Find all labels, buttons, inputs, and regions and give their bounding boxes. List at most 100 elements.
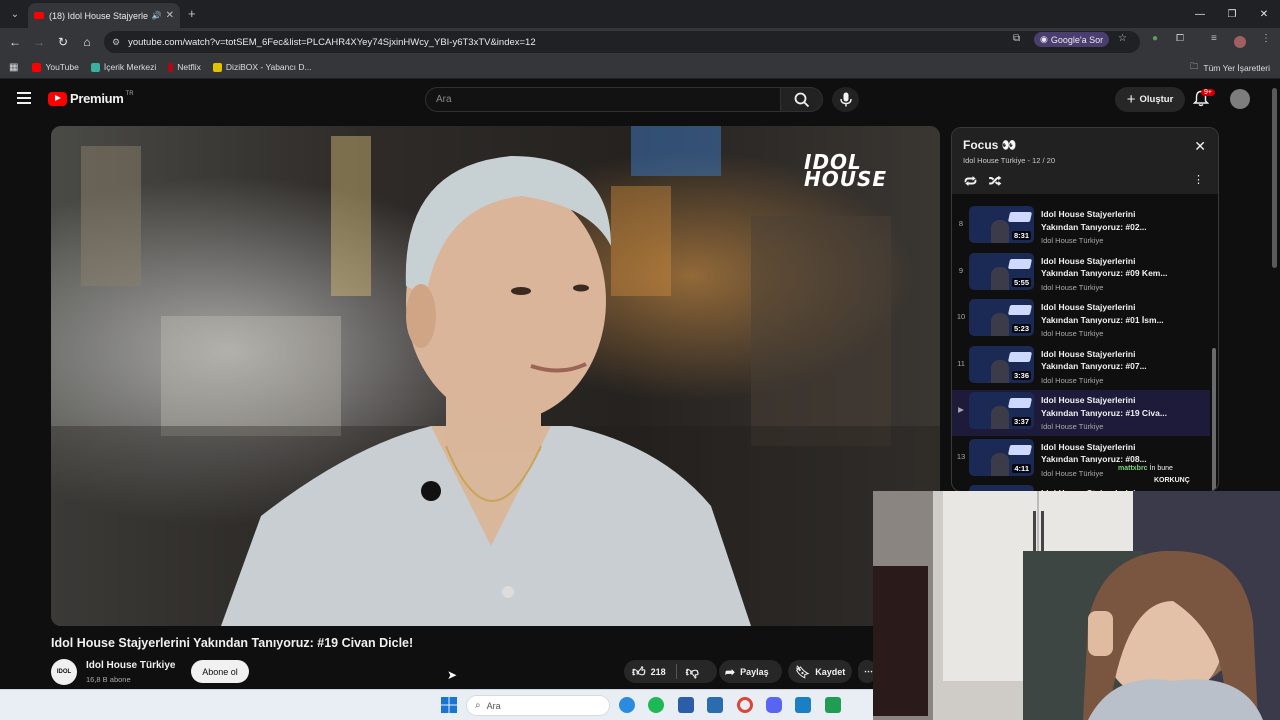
forward-icon[interactable]: →: [27, 35, 51, 49]
apps-grid-icon[interactable]: ▦: [9, 62, 18, 73]
bookmark-youtube[interactable]: YouTube: [32, 62, 79, 72]
outlook-icon[interactable]: [707, 697, 723, 713]
playlist-item[interactable]: 10 5:23 Idol House Stajyerlerini Yakından T…: [952, 297, 1210, 343]
cast-icon[interactable]: ⧉: [1013, 33, 1020, 44]
playlist-item-title[interactable]: Idol House Stajyerlerini Yakından Tanıyor…: [1041, 255, 1201, 280]
playlist-item-duration: 5:23: [1011, 324, 1031, 333]
thumbnail-logo: [1007, 305, 1033, 315]
chat-message: KORKUNÇ: [1154, 477, 1190, 484]
ask-google-button[interactable]: ◉ Google'a Sor: [1034, 32, 1110, 47]
search-button[interactable]: [781, 87, 823, 112]
store-icon[interactable]: [678, 697, 694, 713]
address-toolbar: ← → ↻ ⌂ ⚙ youtube.com/watch?v=totSEM_6Fe…: [0, 28, 1280, 56]
desktop-app-icon[interactable]: [795, 697, 811, 713]
shuffle-icon[interactable]: 🔀︎: [989, 174, 1002, 189]
playlist-item-duration: 3:37: [1011, 417, 1031, 426]
create-button[interactable]: + Oluştur: [1115, 87, 1185, 112]
playlist-item-duration: 5:55: [1011, 277, 1031, 287]
bookmark-content-center[interactable]: İçerik Merkezi: [90, 62, 156, 72]
playlist-item-thumbnail[interactable]: 3:36: [969, 345, 1034, 383]
taskbar-search[interactable]: ⌕ Ara: [466, 695, 610, 716]
playlist-item-title-line2: Yakından Tanıyoruz: #09 Kem...: [1041, 268, 1168, 278]
playlist-item-title[interactable]: Idol House Stajyerlerini Yakından Tanıyor…: [1041, 394, 1201, 419]
bookmark-netflix[interactable]: Netflix: [168, 62, 201, 72]
extension-icon[interactable]: ●: [1152, 33, 1158, 44]
windows-start-icon[interactable]: [441, 697, 457, 713]
playlist-scrollbar[interactable]: [1212, 348, 1216, 491]
video-player[interactable]: IDOL HOUSE: [51, 126, 940, 626]
tab-close-icon[interactable]: ✕: [166, 10, 174, 21]
all-bookmarks[interactable]: 🗀 Tüm Yer İşaretleri: [1190, 61, 1270, 75]
window-close-icon[interactable]: ✕: [1248, 0, 1280, 28]
share-button[interactable]: ➦ Paylaş: [719, 660, 782, 683]
subscribe-button[interactable]: Abone ol: [191, 660, 249, 683]
logo-word: Premium: [70, 91, 124, 106]
extensions-puzzle-icon[interactable]: ⧠: [1176, 33, 1184, 44]
playlist-item-channel: Idol House Türkiye: [1041, 375, 1104, 385]
channel-name[interactable]: Idol House Türkiye: [86, 660, 175, 671]
speaker-icon[interactable]: 🔊: [152, 11, 162, 20]
playlist-item[interactable]: ▶ 3:37 Idol House Stajyerlerini Yakından Ta…: [952, 390, 1210, 436]
playlist-item-thumbnail[interactable]: 8:31: [969, 206, 1034, 243]
reload-icon[interactable]: ↻: [51, 35, 75, 49]
restore-icon[interactable]: ❐: [1216, 0, 1248, 28]
playlist-title[interactable]: Focus 👀: [963, 138, 1017, 152]
video-frame-image: [51, 126, 940, 626]
dislike-icon[interactable]: 👎︎: [686, 664, 699, 680]
browser-tab[interactable]: (18) Idol House Stajyerlerini 🔊 ✕: [28, 3, 180, 28]
notification-count-badge: 9+: [1201, 89, 1215, 96]
playlist-item[interactable]: 9 5:55 Idol House Stajyerlerini Yakından Ta…: [952, 251, 1210, 297]
playlist-item-thumbnail[interactable]: 5:23: [969, 299, 1034, 336]
playlist-item-title-line1: Idol House Stajyerlerini: [1041, 441, 1136, 452]
youtube-premium-logo[interactable]: Premium TR: [48, 91, 134, 106]
address-bar[interactable]: ⚙ youtube.com/watch?v=totSEM_6Fec&list=P…: [104, 31, 1140, 53]
menu-icon[interactable]: [17, 92, 31, 104]
page-scrollbar[interactable]: [1272, 88, 1277, 268]
reading-list-icon[interactable]: ≡: [1211, 33, 1217, 44]
site-info-icon[interactable]: ⚙: [112, 37, 120, 48]
new-tab-icon[interactable]: +: [188, 6, 196, 21]
playlist-close-icon[interactable]: ✕: [1194, 138, 1206, 155]
save-button[interactable]: 🔖︎ Kaydet: [788, 660, 852, 683]
playlist-item-title[interactable]: Idol House Stajyerlerini Yakından Tanıyor…: [1041, 348, 1201, 373]
webcam-overlay: [873, 491, 1280, 720]
playlist-item-title-line2: Yakından Tanıyoruz: #19 Civa...: [1041, 407, 1167, 418]
playlist-panel: Focus 👀 Idol House Türkiye - 12 / 20 ✕ 🔁…: [951, 127, 1219, 492]
profile-avatar-icon[interactable]: [1234, 36, 1246, 48]
home-icon[interactable]: ⌂: [75, 35, 99, 49]
playlist-item-duration: 8:31: [1011, 231, 1031, 240]
loop-icon[interactable]: 🔁︎: [964, 174, 977, 189]
playlist-item-title[interactable]: Idol House Stajyerlerini Yakından Tanıyor…: [1041, 208, 1201, 233]
like-icon[interactable]: 👍︎: [632, 664, 646, 680]
search-input[interactable]: Ara: [425, 87, 781, 112]
playlist-item-title[interactable]: Idol House Stajyerlerini Yakından Tanıyor…: [1041, 301, 1201, 326]
playlist-item-duration: 3:36: [1011, 370, 1031, 380]
playlist-item-title[interactable]: Idol House Stajyerlerini Yakından Tanıyor…: [1041, 441, 1201, 466]
channel-avatar[interactable]: IDOL: [51, 659, 77, 685]
playlist-more-icon[interactable]: ⋮: [1193, 173, 1204, 186]
bookmark-star-icon[interactable]: ☆: [1118, 33, 1127, 44]
bookmark-dizibox[interactable]: DiziBOX - Yabancı D...: [212, 62, 312, 72]
tab-search-chevron-icon[interactable]: ⌄: [4, 4, 26, 24]
playlist-item-thumbnail[interactable]: 3:37: [969, 392, 1034, 429]
playlist-item[interactable]: 8 8:31 Idol House Stajyerlerini Yakından Ta…: [952, 204, 1210, 250]
spotify-icon[interactable]: [648, 697, 664, 713]
playlist-item-thumbnail[interactable]: 5:55: [969, 252, 1034, 290]
back-icon[interactable]: ←: [3, 35, 27, 49]
voice-search-button[interactable]: [832, 87, 859, 112]
browser-menu-icon[interactable]: ⋮: [1261, 33, 1271, 44]
playlist-item-thumbnail[interactable]: 4:11: [969, 438, 1034, 476]
edge-icon[interactable]: [619, 697, 635, 713]
like-count[interactable]: 218: [651, 667, 666, 677]
bookmarks-bar: ▦ YouTube İçerik Merkezi Netflix DiziBOX…: [0, 56, 1280, 79]
discord-icon[interactable]: [766, 697, 782, 713]
minimize-icon[interactable]: —: [1184, 0, 1216, 28]
playlist-item-title-line1: Idol House Stajyerlerini: [1041, 302, 1136, 312]
chrome-icon[interactable]: [737, 697, 753, 713]
playlist-item[interactable]: 11 3:36 Idol House Stajyerlerini Yakından T…: [952, 344, 1210, 390]
playlist-item-title-line1: Idol House Stajyerlerini: [1041, 348, 1136, 359]
app-icon[interactable]: [825, 697, 841, 713]
playlist-item-channel: Idol House Türkiye: [1041, 422, 1104, 431]
account-avatar[interactable]: [1230, 89, 1250, 109]
playlist-header: Focus 👀 Idol House Türkiye - 12 / 20 ✕ 🔁…: [952, 128, 1218, 194]
